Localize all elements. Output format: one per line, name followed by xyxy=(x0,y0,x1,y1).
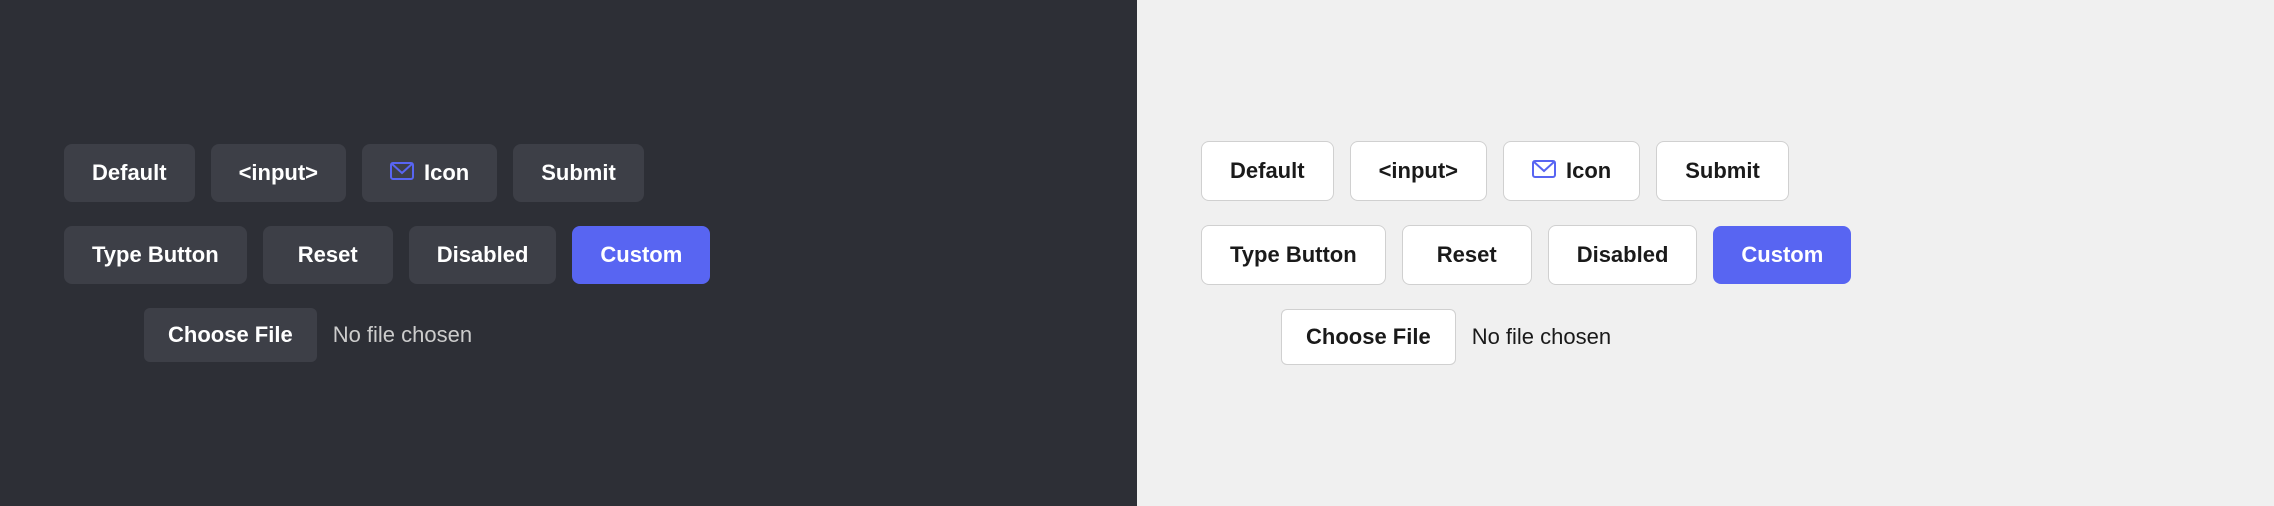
dark-type-button[interactable]: Type Button xyxy=(64,226,247,284)
dark-disabled-button[interactable]: Disabled xyxy=(409,226,557,284)
light-row-2: Type Button Reset Disabled Custom xyxy=(1201,225,1851,285)
light-type-button[interactable]: Type Button xyxy=(1201,225,1386,285)
light-submit-label: Submit xyxy=(1685,158,1760,184)
dark-file-row: Choose File No file chosen xyxy=(64,308,472,362)
dark-input-button[interactable]: <input> xyxy=(211,144,346,202)
envelope-icon-light xyxy=(1532,158,1556,184)
light-choose-file-label: Choose File xyxy=(1306,324,1431,349)
dark-icon-button[interactable]: Icon xyxy=(362,144,497,202)
dark-file-status: No file chosen xyxy=(333,322,472,348)
light-input-label: <input> xyxy=(1379,158,1458,184)
light-reset-label: Reset xyxy=(1437,242,1497,268)
dark-type-label: Type Button xyxy=(92,242,219,268)
light-default-label: Default xyxy=(1230,158,1305,184)
light-disabled-label: Disabled xyxy=(1577,242,1669,268)
dark-submit-button[interactable]: Submit xyxy=(513,144,644,202)
dark-choose-file-button[interactable]: Choose File xyxy=(144,308,317,362)
dark-custom-label: Custom xyxy=(600,242,682,267)
light-row-1: Default <input> Icon Submit xyxy=(1201,141,1789,201)
light-icon-button[interactable]: Icon xyxy=(1503,141,1640,201)
light-panel: Default <input> Icon Submit Type Button … xyxy=(1137,0,2274,506)
light-file-row: Choose File No file chosen xyxy=(1201,309,1611,365)
dark-input-label: <input> xyxy=(239,160,318,186)
dark-panel: Default <input> Icon Submit Type Button … xyxy=(0,0,1137,506)
light-file-status: No file chosen xyxy=(1472,324,1611,350)
light-custom-label: Custom xyxy=(1741,242,1823,267)
dark-reset-button[interactable]: Reset xyxy=(263,226,393,284)
envelope-icon xyxy=(390,160,414,186)
dark-row-1: Default <input> Icon Submit xyxy=(64,144,644,202)
light-choose-file-button[interactable]: Choose File xyxy=(1281,309,1456,365)
light-type-label: Type Button xyxy=(1230,242,1357,268)
light-default-button[interactable]: Default xyxy=(1201,141,1334,201)
light-custom-button[interactable]: Custom xyxy=(1713,226,1851,284)
dark-default-label: Default xyxy=(92,160,167,186)
dark-icon-label: Icon xyxy=(424,160,469,186)
dark-custom-button[interactable]: Custom xyxy=(572,226,710,284)
light-input-button[interactable]: <input> xyxy=(1350,141,1487,201)
dark-choose-file-label: Choose File xyxy=(168,322,293,347)
light-submit-button[interactable]: Submit xyxy=(1656,141,1789,201)
dark-submit-label: Submit xyxy=(541,160,616,186)
light-icon-label: Icon xyxy=(1566,158,1611,184)
light-reset-button[interactable]: Reset xyxy=(1402,225,1532,285)
light-disabled-button[interactable]: Disabled xyxy=(1548,225,1698,285)
dark-disabled-label: Disabled xyxy=(437,242,529,268)
dark-reset-label: Reset xyxy=(298,242,358,268)
dark-default-button[interactable]: Default xyxy=(64,144,195,202)
dark-row-2: Type Button Reset Disabled Custom xyxy=(64,226,710,284)
